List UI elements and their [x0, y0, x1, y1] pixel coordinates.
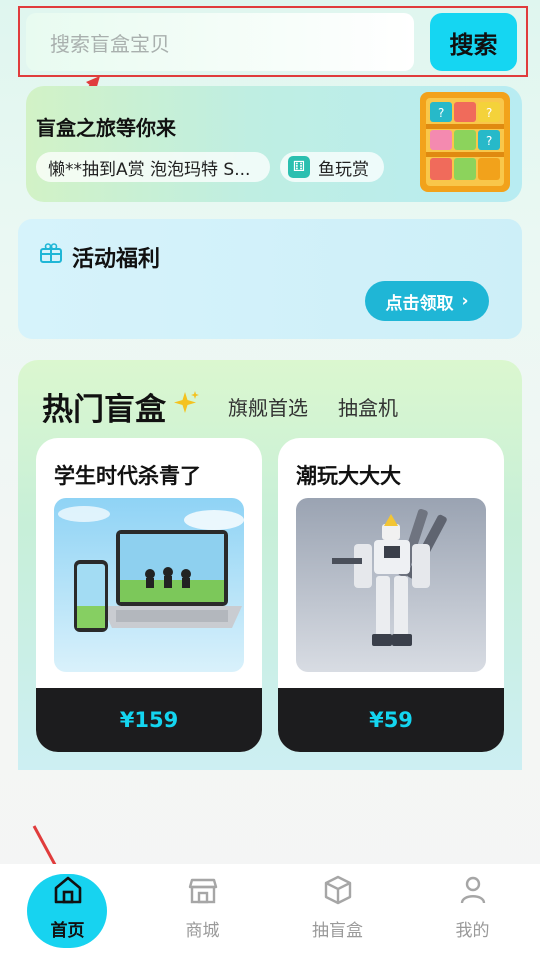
bottom-nav: 首页 商城 抽盲盒 我的 [0, 864, 540, 960]
store-icon [188, 878, 217, 904]
product-title: 潮玩大大大 [296, 464, 401, 488]
nav-label: 首页 [50, 921, 85, 941]
search-input[interactable]: 搜索盲盒宝贝 [26, 13, 414, 71]
product-title: 学生时代杀青了 [54, 464, 201, 488]
svg-text:?: ? [486, 106, 492, 120]
tab-box-machine[interactable]: 抽盒机 [338, 392, 398, 421]
ticker-text: 懒**抽到A赏 泡泡玛特 S... [48, 159, 251, 180]
user-icon [460, 876, 485, 904]
winner-ticker: 懒**抽到A赏 泡泡玛特 S... [36, 152, 270, 182]
dice-icon: ⚅ [288, 156, 310, 178]
price-bar: ¥59 [278, 688, 504, 752]
search-button[interactable]: 搜索 [430, 13, 517, 71]
sparkle-icon [174, 391, 199, 413]
product-price: ¥159 [119, 708, 179, 732]
banner-title: 盲盒之旅等你来 [36, 116, 176, 140]
tab-flagship[interactable]: 旗舰首选 [228, 392, 308, 421]
search-placeholder: 搜索盲盒宝贝 [50, 31, 170, 56]
claim-label: 点击领取 [385, 293, 454, 314]
activity-card: 活动福利 点击领取 › [18, 219, 522, 339]
brand-tag-label: 鱼玩赏 [318, 159, 369, 180]
nav-store[interactable]: 商城 [135, 864, 270, 960]
brand-tag[interactable]: ⚅ 鱼玩赏 [280, 152, 384, 182]
gift-icon [40, 243, 62, 263]
blind-box-shelf-icon: ? ? ? [420, 92, 510, 192]
product-card[interactable]: 潮玩大大大 ¥59 [278, 438, 504, 752]
laptop-phone-graduation-image [54, 498, 244, 672]
section-title: 热门盲盒 [42, 392, 166, 428]
svg-text:?: ? [486, 134, 492, 148]
claim-button[interactable]: 点击领取 › [365, 281, 489, 321]
nav-label: 商城 [185, 921, 220, 941]
nav-blind-box[interactable]: 抽盲盒 [270, 864, 405, 960]
chevron-right-icon: › [461, 291, 469, 311]
product-card[interactable]: 学生时代杀青了 ¥159 [36, 438, 262, 752]
search-bar-highlight: 搜索盲盒宝贝 搜索 [18, 6, 528, 77]
hot-boxes-section: 热门盲盒 旗舰首选 抽盒机 学生时代杀青了 ¥159 潮玩大大大 ¥59 [18, 360, 522, 770]
product-price: ¥59 [369, 708, 413, 732]
svg-text:?: ? [438, 106, 444, 120]
price-bar: ¥159 [36, 688, 262, 752]
nav-profile[interactable]: 我的 [405, 864, 540, 960]
box-icon [324, 875, 351, 905]
nav-home[interactable]: 首页 [0, 864, 135, 960]
nav-label: 我的 [455, 921, 490, 941]
home-icon [54, 876, 81, 904]
mecha-robot-figure-image [296, 498, 486, 672]
nav-label: 抽盲盒 [312, 921, 363, 941]
activity-title: 活动福利 [72, 247, 161, 272]
promo-banner[interactable]: 盲盒之旅等你来 懒**抽到A赏 泡泡玛特 S... ⚅ 鱼玩赏 ? ? ? [26, 86, 522, 202]
